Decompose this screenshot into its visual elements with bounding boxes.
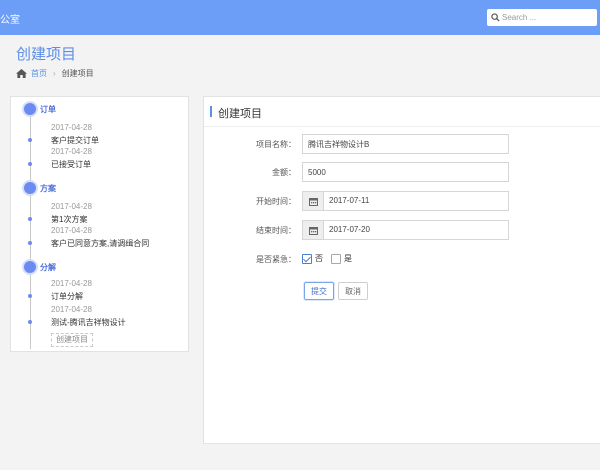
create-project-node[interactable]: 创建项目	[51, 333, 93, 347]
event-desc: 测试-腾讯吉祥物设计	[51, 318, 126, 327]
calendar-addon[interactable]	[303, 192, 324, 210]
start-date-label: 开始时间：	[256, 197, 296, 206]
event-dot-icon	[28, 162, 32, 166]
event-date: 2017-04-28	[51, 147, 92, 156]
timeline-line	[30, 111, 31, 349]
submit-button[interactable]: 提交	[304, 282, 334, 300]
event-desc: 客户提交订单	[51, 136, 99, 145]
calendar-icon	[309, 198, 318, 206]
stage-label: 分解	[40, 263, 56, 272]
event-desc: 第1次方案	[51, 215, 88, 224]
stage-label: 订单	[40, 105, 56, 114]
event-date: 2017-04-28	[51, 123, 92, 132]
breadcrumb: 首页 › 创建项目	[16, 68, 94, 79]
project-name-input[interactable]	[302, 134, 509, 154]
urgent-options: 否 是	[302, 253, 360, 264]
stage-dot-icon	[24, 182, 36, 194]
search-input[interactable]	[502, 10, 594, 25]
urgent-no-checkbox[interactable]	[302, 253, 312, 264]
event-dot-icon	[28, 241, 32, 245]
event-date: 2017-04-28	[51, 202, 92, 211]
form-row-project-name: 项目名称：	[204, 134, 600, 154]
form-row-end-date: 结束时间： 2017-07-20	[204, 220, 600, 240]
urgent-yes-checkbox[interactable]	[331, 253, 341, 264]
timeline-panel: 订单 2017-04-28 客户提交订单 2017-04-28 已接受订单 方案…	[10, 96, 189, 352]
event-date: 2017-04-28	[51, 279, 92, 288]
end-date-label: 结束时间：	[256, 226, 296, 235]
urgent-label: 是否紧急：	[256, 255, 296, 264]
form-row-start-date: 开始时间： 2017-07-11	[204, 191, 600, 211]
breadcrumb-separator: ›	[53, 69, 56, 78]
urgent-no-label[interactable]: 否	[315, 253, 323, 264]
search-icon	[491, 13, 500, 22]
form-row-urgent: 是否紧急： 否 是	[204, 249, 600, 269]
event-date: 2017-04-28	[51, 305, 92, 314]
project-name-label: 项目名称：	[256, 140, 296, 149]
search-box[interactable]	[487, 9, 597, 26]
create-project-panel: 创建项目 项目名称： 金额： 开始时间： 2017-07-11 结束时间：	[203, 96, 600, 444]
stage-label: 方案	[40, 184, 56, 193]
urgent-yes-label[interactable]: 是	[344, 253, 352, 264]
timeline: 订单 2017-04-28 客户提交订单 2017-04-28 已接受订单 方案…	[11, 97, 188, 351]
cancel-button[interactable]: 取消	[338, 282, 368, 300]
event-dot-icon	[28, 294, 32, 298]
calendar-addon[interactable]	[303, 221, 324, 239]
calendar-icon	[309, 227, 318, 235]
event-dot-icon	[28, 217, 32, 221]
panel-accent-bar	[210, 106, 212, 117]
event-desc: 订单分解	[51, 292, 83, 301]
start-date-value: 2017-07-11	[329, 196, 370, 205]
app-name: 公室	[0, 15, 20, 26]
amount-input[interactable]	[302, 162, 509, 182]
form-row-amount: 金额：	[204, 162, 600, 182]
breadcrumb-current: 创建项目	[61, 69, 94, 78]
panel-title: 创建项目	[218, 108, 262, 120]
start-date-input[interactable]: 2017-07-11	[302, 191, 509, 211]
event-desc: 客户已同意方案,请调缉合同	[51, 239, 150, 248]
stage-dot-icon	[24, 103, 36, 115]
event-dot-icon	[28, 320, 32, 324]
home-icon[interactable]	[16, 69, 27, 78]
panel-header: 创建项目	[204, 97, 600, 127]
end-date-value: 2017-07-20	[329, 225, 370, 234]
page-title: 创建项目	[16, 46, 77, 63]
top-bar: 公室	[0, 0, 600, 35]
event-date: 2017-04-28	[51, 226, 92, 235]
stage-dot-icon	[24, 261, 36, 273]
breadcrumb-home-link[interactable]: 首页	[31, 68, 47, 79]
event-desc: 已接受订单	[51, 160, 91, 169]
end-date-input[interactable]: 2017-07-20	[302, 220, 509, 240]
amount-label: 金额：	[272, 168, 296, 177]
event-dot-icon	[28, 138, 32, 142]
